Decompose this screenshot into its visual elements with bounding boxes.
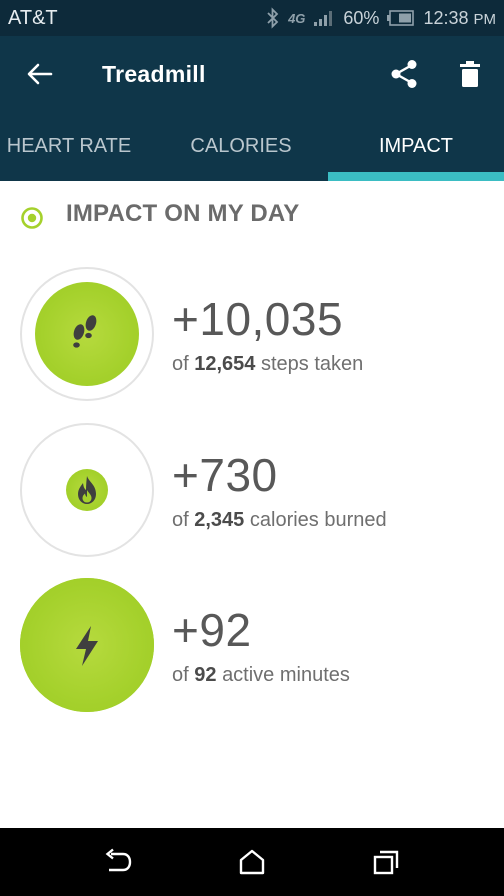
calories-prefix: of <box>172 509 189 531</box>
lightning-icon <box>67 623 107 669</box>
section-title: IMPACT ON MY DAY <box>66 200 300 227</box>
battery-icon <box>387 10 415 26</box>
share-button[interactable] <box>386 56 422 92</box>
system-nav-bar <box>0 828 504 896</box>
status-time-value: 12:38 <box>423 7 469 28</box>
status-bar: AT&T 4G 60% 12:38 PM <box>0 0 504 36</box>
page-title: Treadmill <box>102 61 206 87</box>
arrow-left-icon <box>27 63 53 85</box>
tab-heart-rate[interactable]: HEART RATE <box>0 112 144 181</box>
minutes-total: 92 <box>194 664 217 686</box>
target-icon <box>21 207 43 229</box>
tab-bar: HEART RATE CALORIES IMPACT <box>0 112 504 181</box>
steps-delta: +10,035 <box>172 293 344 345</box>
minutes-suffix: active minutes <box>222 664 350 686</box>
nav-home-button[interactable] <box>234 844 270 880</box>
calories-total: 2,345 <box>194 509 245 531</box>
impact-active-minutes: +92 of 92 active minutes <box>0 578 504 718</box>
recent-apps-icon <box>373 850 399 875</box>
tab-indicator <box>328 172 504 181</box>
calories-progress-ring <box>20 423 154 557</box>
calories-delta: +730 <box>172 449 278 501</box>
flame-icon <box>70 472 104 508</box>
impact-steps: +10,035 of 12,654 steps taken <box>0 267 504 407</box>
battery-percent: 60% <box>343 7 380 28</box>
minutes-progress-ring <box>20 578 154 712</box>
impact-calories: +730 of 2,345 calories burned <box>0 423 504 563</box>
calories-summary: of 2,345 calories burned <box>172 509 387 532</box>
undo-arrow-icon <box>105 848 132 872</box>
calories-suffix: calories burned <box>249 509 387 531</box>
steps-summary: of 12,654 steps taken <box>172 353 363 376</box>
steps-prefix: of <box>172 353 189 375</box>
nav-recents-button[interactable] <box>368 844 404 880</box>
steps-progress-ring <box>20 267 154 401</box>
steps-suffix: steps taken <box>260 353 364 375</box>
bluetooth-icon <box>267 7 279 29</box>
minutes-prefix: of <box>172 664 189 686</box>
trash-icon <box>460 61 480 87</box>
status-indicators: 4G 60% 12:38 PM <box>266 7 496 29</box>
minutes-delta: +92 <box>172 604 252 656</box>
section-header: IMPACT ON MY DAY <box>0 196 504 242</box>
footsteps-icon <box>62 309 112 359</box>
tab-impact[interactable]: IMPACT <box>328 112 504 181</box>
status-carrier: AT&T <box>8 6 58 29</box>
tab-calories[interactable]: CALORIES <box>170 112 312 181</box>
signal-icon <box>314 11 333 26</box>
app-bar: Treadmill <box>0 36 504 112</box>
status-time: 12:38 PM <box>423 8 496 29</box>
network-type: 4G <box>288 10 306 26</box>
minutes-summary: of 92 active minutes <box>172 664 350 687</box>
home-icon <box>239 849 265 875</box>
share-icon <box>391 60 417 88</box>
back-button[interactable] <box>22 56 58 92</box>
screen: AT&T 4G 60% 12:38 PM Treadmill HEART RAT… <box>0 0 504 896</box>
steps-total: 12,654 <box>194 353 256 375</box>
status-time-ampm: PM <box>473 10 497 28</box>
delete-button[interactable] <box>452 56 488 92</box>
nav-back-button[interactable] <box>100 844 136 880</box>
